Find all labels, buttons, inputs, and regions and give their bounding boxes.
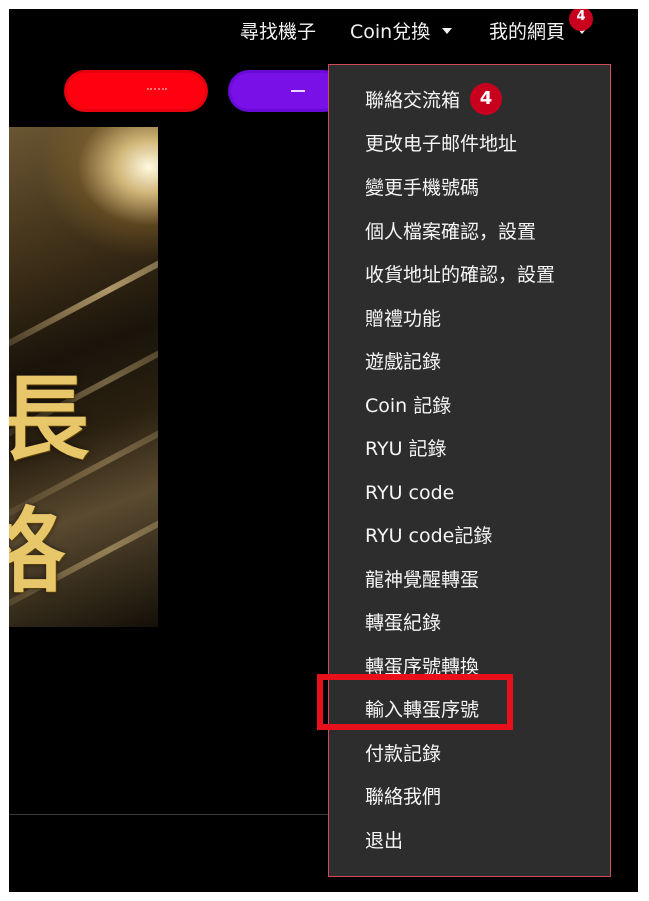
menu-item-change-email[interactable]: 更改电子邮件地址: [365, 131, 517, 157]
inbox-count-badge: 4: [470, 83, 503, 115]
menu-item-label: 轉蛋紀錄: [365, 612, 442, 634]
menu-item-payment-log[interactable]: 付款記錄: [365, 741, 441, 767]
nav-coin-exchange-label: Coin兌換: [350, 21, 431, 43]
menu-item-label: RYU code記錄: [365, 525, 493, 547]
menu-item-coin-log[interactable]: Coin 記錄: [365, 393, 451, 419]
menu-item-label: RYU 記錄: [365, 438, 447, 460]
menu-item-logout[interactable]: 退出: [365, 828, 403, 854]
banner-char-1: 長: [9, 365, 90, 473]
menu-item-label: RYU code: [365, 482, 455, 504]
menu-item-gacha[interactable]: 龍神覺醒轉蛋: [365, 567, 479, 593]
hero-banner[interactable]: 長 格: [9, 127, 158, 627]
banner-light-streak: [9, 212, 158, 368]
menu-item-label: 更改电子邮件地址: [365, 133, 518, 155]
menu-item-gacha-log[interactable]: 轉蛋紀錄: [365, 610, 441, 636]
nav-find-machine[interactable]: 尋找機子: [240, 19, 316, 45]
my-page-dropdown-menu: 聯絡交流箱 4 更改电子邮件地址 變更手機號碼 個人檔案確認，設置 收貨地址的確認…: [328, 64, 611, 877]
menu-item-ryu-code[interactable]: RYU code: [365, 480, 454, 506]
menu-item-label: 個人檔案確認，設置: [365, 221, 537, 243]
menu-item-ryu-code-log[interactable]: RYU code記錄: [365, 523, 492, 549]
page-frame: 尋找機子 Coin兌換 我的網頁 4 長 格 聯絡交流箱 4 更改电子邮件地址 變…: [9, 9, 638, 892]
nav-my-page-label: 我的網頁: [489, 21, 566, 43]
menu-item-label: 收貨地址的確認，設置: [365, 264, 556, 286]
notification-badge: 4: [569, 9, 593, 31]
purple-action-button[interactable]: [231, 73, 341, 109]
menu-item-label: 變更手機號碼: [365, 177, 480, 199]
divider: [9, 814, 329, 815]
button-text-placeholder: [147, 88, 167, 92]
menu-item-label: 退出: [365, 830, 404, 852]
menu-item-change-phone[interactable]: 變更手機號碼: [365, 175, 479, 201]
red-action-button[interactable]: [67, 73, 205, 109]
menu-item-label: 聯絡我們: [365, 786, 442, 808]
menu-item-label: Coin 記錄: [365, 395, 452, 417]
menu-item-inbox[interactable]: 聯絡交流箱 4: [365, 83, 503, 117]
highlight-annotation-box: [317, 674, 513, 730]
banner-char-2: 格: [9, 497, 66, 605]
menu-item-shipping-address[interactable]: 收貨地址的確認，設置: [365, 262, 555, 288]
menu-item-label: 贈禮功能: [365, 308, 442, 330]
nav-coin-exchange[interactable]: Coin兌換: [350, 19, 453, 45]
nav-find-machine-label: 尋找機子: [240, 21, 317, 43]
menu-item-label: 聯絡交流箱: [365, 89, 461, 112]
menu-item-ryu-log[interactable]: RYU 記錄: [365, 436, 447, 462]
menu-item-contact-us[interactable]: 聯絡我們: [365, 784, 441, 810]
menu-item-label: 遊戲記錄: [365, 351, 442, 373]
top-nav: 尋找機子 Coin兌換 我的網頁 4: [9, 9, 638, 57]
menu-item-game-log[interactable]: 遊戲記錄: [365, 349, 441, 375]
menu-item-gift[interactable]: 贈禮功能: [365, 306, 441, 332]
button-text-placeholder: [291, 90, 305, 92]
menu-item-label: 付款記錄: [365, 743, 442, 765]
menu-item-profile[interactable]: 個人檔案確認，設置: [365, 219, 536, 245]
menu-item-label: 龍神覺醒轉蛋: [365, 569, 480, 591]
chevron-down-icon: [442, 27, 453, 34]
